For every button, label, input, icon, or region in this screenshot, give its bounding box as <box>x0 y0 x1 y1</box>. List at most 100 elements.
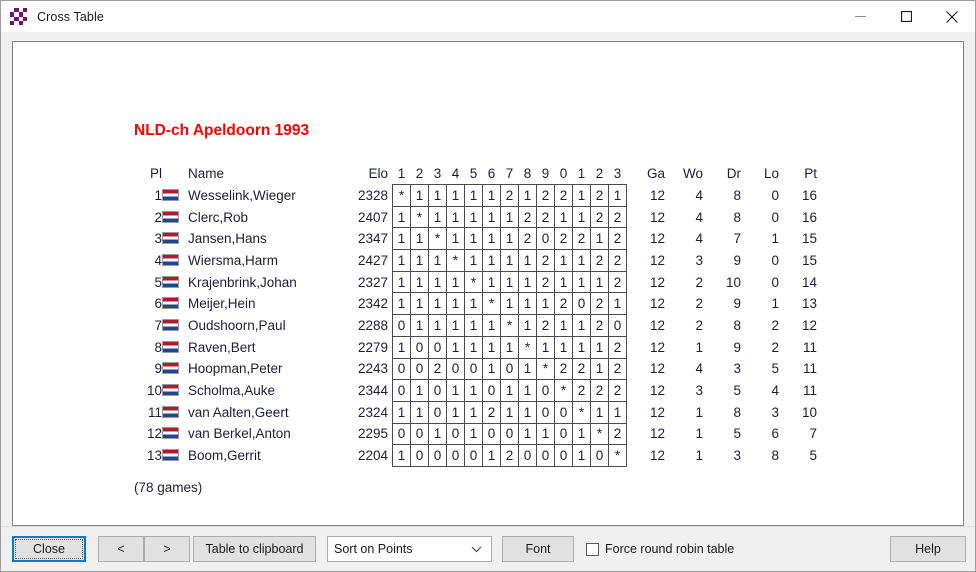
cell-result[interactable]: 1 <box>554 314 573 337</box>
cell-result[interactable]: 1 <box>518 270 537 294</box>
cell-self[interactable]: * <box>518 335 537 359</box>
cell-result[interactable]: 0 <box>410 335 429 359</box>
cell-result[interactable]: 0 <box>392 357 411 381</box>
cell-result[interactable]: 1 <box>554 249 573 272</box>
cell-result[interactable]: 1 <box>428 270 447 294</box>
cell-result[interactable]: 1 <box>446 379 465 402</box>
cell-result[interactable]: 2 <box>482 400 501 424</box>
cell-result[interactable]: 1 <box>446 184 465 207</box>
cell-result[interactable]: 0 <box>536 227 555 251</box>
table-row[interactable]: 3 Jansen,Hans 2347 1 1 * 1 1 1 1 2 0 2 2 1 2 12 4 7 1 15 <box>134 227 817 251</box>
cell-result[interactable]: 1 <box>482 335 501 359</box>
cell-self[interactable]: * <box>572 400 591 424</box>
table-row[interactable]: 8 Raven,Bert 2279 1 0 0 1 1 1 1 * 1 1 1 1 2 12 1 9 2 11 <box>134 335 817 359</box>
cell-result[interactable]: 1 <box>482 270 501 294</box>
cell-result[interactable]: 2 <box>554 292 573 316</box>
cell-result[interactable]: 0 <box>392 422 411 446</box>
table-row[interactable]: 12 van Berkel,Anton 2295 0 0 1 0 1 0 0 1 1 0 1 * 2 12 1 5 6… <box>134 422 817 446</box>
cell-result[interactable]: 1 <box>608 184 627 207</box>
cell-self[interactable]: * <box>590 422 609 446</box>
cell-result[interactable]: 0 <box>536 379 555 402</box>
cell-result[interactable]: 2 <box>590 249 609 272</box>
cell-result[interactable]: 0 <box>482 422 501 446</box>
checkbox-box[interactable] <box>586 542 599 556</box>
cell-result[interactable]: 1 <box>590 335 609 359</box>
cell-self[interactable]: * <box>500 314 519 337</box>
cell-result[interactable]: 1 <box>482 357 501 381</box>
cell-result[interactable]: 1 <box>500 249 519 272</box>
cell-result[interactable]: 0 <box>500 357 519 381</box>
cell-result[interactable]: 1 <box>392 249 411 272</box>
cell-result[interactable]: 1 <box>518 400 537 424</box>
table-row[interactable]: 1 Wesselink,Wieger 2328 * 1 1 1 1 1 2 1 2 2 1 2 1 12 4 8 0 1… <box>134 184 817 207</box>
cell-result[interactable]: 1 <box>590 227 609 251</box>
cell-result[interactable]: 0 <box>482 379 501 402</box>
cell-result[interactable]: 0 <box>446 357 465 381</box>
cell-result[interactable]: 1 <box>536 422 555 446</box>
cell-result[interactable]: 1 <box>590 270 609 294</box>
cell-result[interactable]: 1 <box>518 379 537 402</box>
cell-result[interactable]: 0 <box>428 400 447 424</box>
cell-result[interactable]: 0 <box>410 357 429 381</box>
previous-button[interactable]: < <box>98 536 144 562</box>
cell-result[interactable]: 0 <box>518 444 537 467</box>
cell-result[interactable]: 1 <box>482 249 501 272</box>
cell-result[interactable]: 0 <box>464 357 483 381</box>
cell-result[interactable]: 1 <box>500 292 519 316</box>
cell-result[interactable]: 1 <box>572 314 591 337</box>
cell-result[interactable]: 0 <box>428 379 447 402</box>
table-row[interactable]: 9 Hoopman,Peter 2243 0 0 2 0 0 1 0 1 * 2 2 1 2 12 4 3 5 11 <box>134 357 817 381</box>
cell-result[interactable]: 0 <box>554 400 573 424</box>
cell-result[interactable]: 1 <box>446 227 465 251</box>
table-row[interactable]: 13 Boom,Gerrit 2204 1 0 0 0 0 1 2 0 0 0 1 0 * 12 1 3 8 5 <box>134 444 817 467</box>
cell-result[interactable]: 0 <box>410 444 429 467</box>
cell-result[interactable]: 2 <box>608 227 627 251</box>
table-to-clipboard-button[interactable]: Table to clipboard <box>193 536 316 562</box>
cell-result[interactable]: 1 <box>500 335 519 359</box>
cell-result[interactable]: 1 <box>410 379 429 402</box>
cell-self[interactable]: * <box>410 205 429 229</box>
cell-result[interactable]: 1 <box>590 400 609 424</box>
cell-result[interactable]: 0 <box>446 444 465 467</box>
cell-result[interactable]: 1 <box>572 444 591 467</box>
cell-result[interactable]: 0 <box>428 444 447 467</box>
cell-result[interactable]: 2 <box>608 205 627 229</box>
table-row[interactable]: 6 Meijer,Hein 2342 1 1 1 1 1 * 1 1 1 2 0 2 1 12 2 9 1 13 <box>134 292 817 316</box>
cell-result[interactable]: 1 <box>464 205 483 229</box>
cell-result[interactable]: 0 <box>590 444 609 467</box>
cell-result[interactable]: 1 <box>446 292 465 316</box>
cell-result[interactable]: 1 <box>482 227 501 251</box>
cell-result[interactable]: 1 <box>392 292 411 316</box>
cell-self[interactable]: * <box>554 379 573 402</box>
cell-result[interactable]: 1 <box>518 292 537 316</box>
cell-result[interactable]: 1 <box>410 314 429 337</box>
cell-result[interactable]: 1 <box>572 184 591 207</box>
cell-result[interactable]: 1 <box>572 249 591 272</box>
cell-result[interactable]: 1 <box>608 292 627 316</box>
cell-result[interactable]: 2 <box>590 314 609 337</box>
cell-result[interactable]: 1 <box>482 205 501 229</box>
cell-self[interactable]: * <box>392 184 411 207</box>
cell-result[interactable]: 2 <box>536 205 555 229</box>
cell-result[interactable]: 1 <box>572 335 591 359</box>
cell-result[interactable]: 1 <box>464 227 483 251</box>
cell-result[interactable]: 2 <box>590 379 609 402</box>
cell-result[interactable]: 0 <box>554 444 573 467</box>
cell-result[interactable]: 1 <box>518 357 537 381</box>
cell-result[interactable]: 0 <box>608 314 627 337</box>
next-button[interactable]: > <box>144 536 190 562</box>
cell-result[interactable]: 1 <box>392 227 411 251</box>
cell-result[interactable]: 1 <box>464 422 483 446</box>
cell-result[interactable]: 1 <box>446 335 465 359</box>
cell-result[interactable]: 1 <box>500 205 519 229</box>
sort-dropdown[interactable]: Sort on Points <box>327 536 492 562</box>
cell-result[interactable]: 1 <box>464 292 483 316</box>
cell-result[interactable]: 1 <box>410 400 429 424</box>
cell-result[interactable]: 2 <box>572 227 591 251</box>
cell-result[interactable]: 2 <box>536 184 555 207</box>
cell-result[interactable]: 1 <box>554 335 573 359</box>
minimize-button[interactable] <box>837 1 883 32</box>
cell-result[interactable]: 0 <box>500 422 519 446</box>
cell-result[interactable]: 1 <box>428 422 447 446</box>
cell-result[interactable]: 1 <box>572 422 591 446</box>
